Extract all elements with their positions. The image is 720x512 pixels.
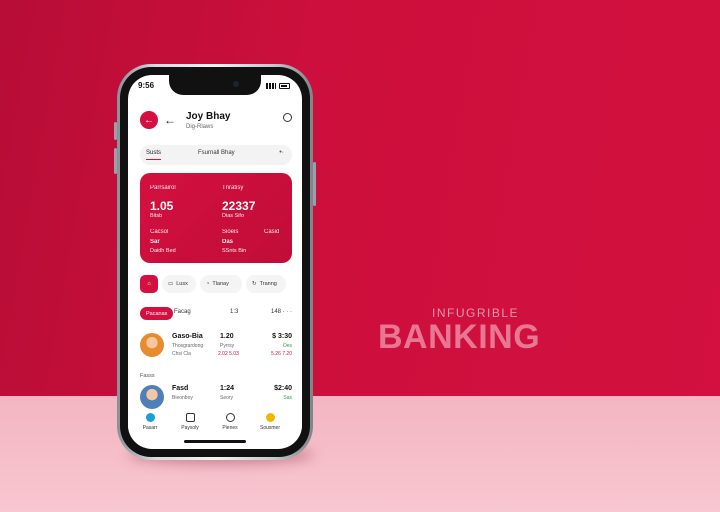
filter-bar: Pacanas Facag 1:3 148 · · · xyxy=(140,307,292,321)
chip-transfers[interactable]: ↻ Tranng xyxy=(246,275,286,293)
phone-bezel: 9:56 ← ← Joy Bhay Dig-Rlaws Susts Fsurna… xyxy=(120,67,310,457)
tx-amount-red: 5.26 7.20 xyxy=(271,351,292,357)
quick-actions: ⌂ ▭ Lusx ◔ Tlanay ↻ Tranng xyxy=(140,275,292,293)
card-left-label: Parrsairol xyxy=(150,185,176,191)
card-bottom-mid-label: Sioeis xyxy=(222,229,239,235)
brand-title: BANKING xyxy=(378,318,541,356)
phone-frame: 9:56 ← ← Joy Bhay Dig-Rlaws Susts Fsurna… xyxy=(117,64,313,460)
tab-bar: Susts Fsurnall Bhay •· xyxy=(140,145,292,165)
battery-icon xyxy=(279,82,290,89)
brand-text: INFUGRIBLE BANKING xyxy=(378,306,578,357)
account-name: Joy Bhay xyxy=(186,111,231,122)
card-bottom-left-label: Cacsol xyxy=(150,229,169,235)
tx-amount: $ 3:30 xyxy=(272,333,292,340)
card-bottom-mid-caption: SSnts Bin xyxy=(222,248,247,254)
smile-icon xyxy=(265,413,275,422)
tx-amount-sub: Oes xyxy=(282,343,292,349)
nav-item-support[interactable]: Sousmer xyxy=(250,413,290,431)
refresh-icon: ↻ xyxy=(252,281,257,287)
tx-sub: Bieonboy xyxy=(172,395,193,401)
clock-icon xyxy=(225,413,235,422)
status-time: 9:56 xyxy=(138,81,155,90)
phone-screen: 9:56 ← ← Joy Bhay Dig-Rlaws Susts Fsurna… xyxy=(128,75,302,449)
chip-label: Tlanay xyxy=(212,281,229,287)
signal-icon xyxy=(266,82,276,89)
home-icon: ⌂ xyxy=(147,281,151,287)
card-left-caption: Bitsb xyxy=(150,213,163,219)
card-icon: ▭ xyxy=(168,281,174,287)
backdrop-wall xyxy=(0,0,720,396)
transaction-row[interactable]: Fasd Bieonboy 1:24 Seory $2:40 Sas xyxy=(140,383,292,413)
app-header: ← ← Joy Bhay Dig-Rlaws xyxy=(140,109,292,133)
home-icon xyxy=(145,413,155,422)
account-subtitle: Dig-Rlaws xyxy=(186,124,214,130)
filter-right[interactable]: 148 · · · xyxy=(271,309,292,315)
phone-power-button xyxy=(313,162,316,206)
balance-card[interactable]: Parrsairol 1.05 Bitsb Tnratisy 22337 Dia… xyxy=(140,173,292,263)
nav-item-history[interactable]: Pienes xyxy=(210,413,250,431)
wallet-icon xyxy=(185,413,195,422)
filter-mid[interactable]: 1:3 xyxy=(230,309,238,315)
tx-sub2: Chsi Cla xyxy=(172,351,191,357)
chip-label: Tranng xyxy=(259,281,277,287)
nav-label: Paysoly xyxy=(181,425,199,431)
backdrop-floor xyxy=(0,396,720,512)
nav-item-payments[interactable]: Paysoly xyxy=(170,413,210,431)
back-icon[interactable]: ← xyxy=(164,113,176,127)
nav-label: Pienes xyxy=(222,425,238,431)
card-bottom-left-caption: Daidh Bed xyxy=(150,248,176,254)
transaction-row[interactable]: Gaso-Bia Thosgrardong Chsi Cla 1.20 Pyrr… xyxy=(140,331,292,361)
tab-more[interactable]: •· xyxy=(279,149,284,156)
avatar xyxy=(140,333,164,357)
tx-amount-sub: Sas xyxy=(283,395,292,401)
chip-cards[interactable]: ▭ Lusx xyxy=(162,275,196,293)
card-bottom-mid-value: Das xyxy=(222,239,234,245)
nav-label: Pasarr xyxy=(142,425,158,431)
bottom-nav: Pasarr Paysoly Pienes Sousmer xyxy=(128,411,302,441)
tx-name: Fasd xyxy=(172,385,189,392)
filter-active[interactable]: Pacanas xyxy=(140,307,174,320)
tx-mid-red: 2.02 5.03 xyxy=(218,351,239,357)
card-bottom-left-value: Sar xyxy=(150,239,160,245)
tx-mid-sub: Seory xyxy=(220,395,234,401)
card-bottom-right-label: Casid xyxy=(264,229,280,235)
card-right-value: 22337 xyxy=(222,199,256,213)
tx-mid: 1.20 xyxy=(220,333,234,340)
tx-name: Gaso-Bia xyxy=(172,333,203,340)
card-right-label: Tnratisy xyxy=(222,185,244,191)
section-label: Fasss xyxy=(140,373,155,379)
tab-second[interactable]: Fsurnall Bhay xyxy=(198,150,235,156)
nav-label: Sousmer xyxy=(259,425,280,431)
chip-notifications[interactable]: ◔ Tlanay xyxy=(200,275,242,293)
tx-mid: 1:24 xyxy=(220,385,235,392)
tx-amount: $2:40 xyxy=(274,385,292,392)
home-indicator[interactable] xyxy=(184,440,246,443)
app-logo-icon[interactable]: ← xyxy=(140,111,158,129)
avatar xyxy=(140,385,164,409)
nav-item-home[interactable]: Pasarr xyxy=(130,413,170,431)
status-icons xyxy=(266,81,290,90)
chip-label: Lusx xyxy=(176,281,188,287)
chip-home[interactable]: ⌂ xyxy=(140,275,158,293)
tx-mid-sub: Pyrrsy xyxy=(220,343,235,349)
history-icon[interactable] xyxy=(283,113,292,122)
status-bar: 9:56 xyxy=(138,81,290,90)
card-right-caption: Dias Sifo xyxy=(222,213,245,219)
filter-second[interactable]: Facag xyxy=(174,309,191,315)
bell-icon: ◔ xyxy=(206,281,210,287)
tx-sub: Thosgrardong xyxy=(172,343,204,349)
tab-first[interactable]: Susts xyxy=(146,150,162,160)
card-left-value: 1.05 xyxy=(150,199,174,213)
